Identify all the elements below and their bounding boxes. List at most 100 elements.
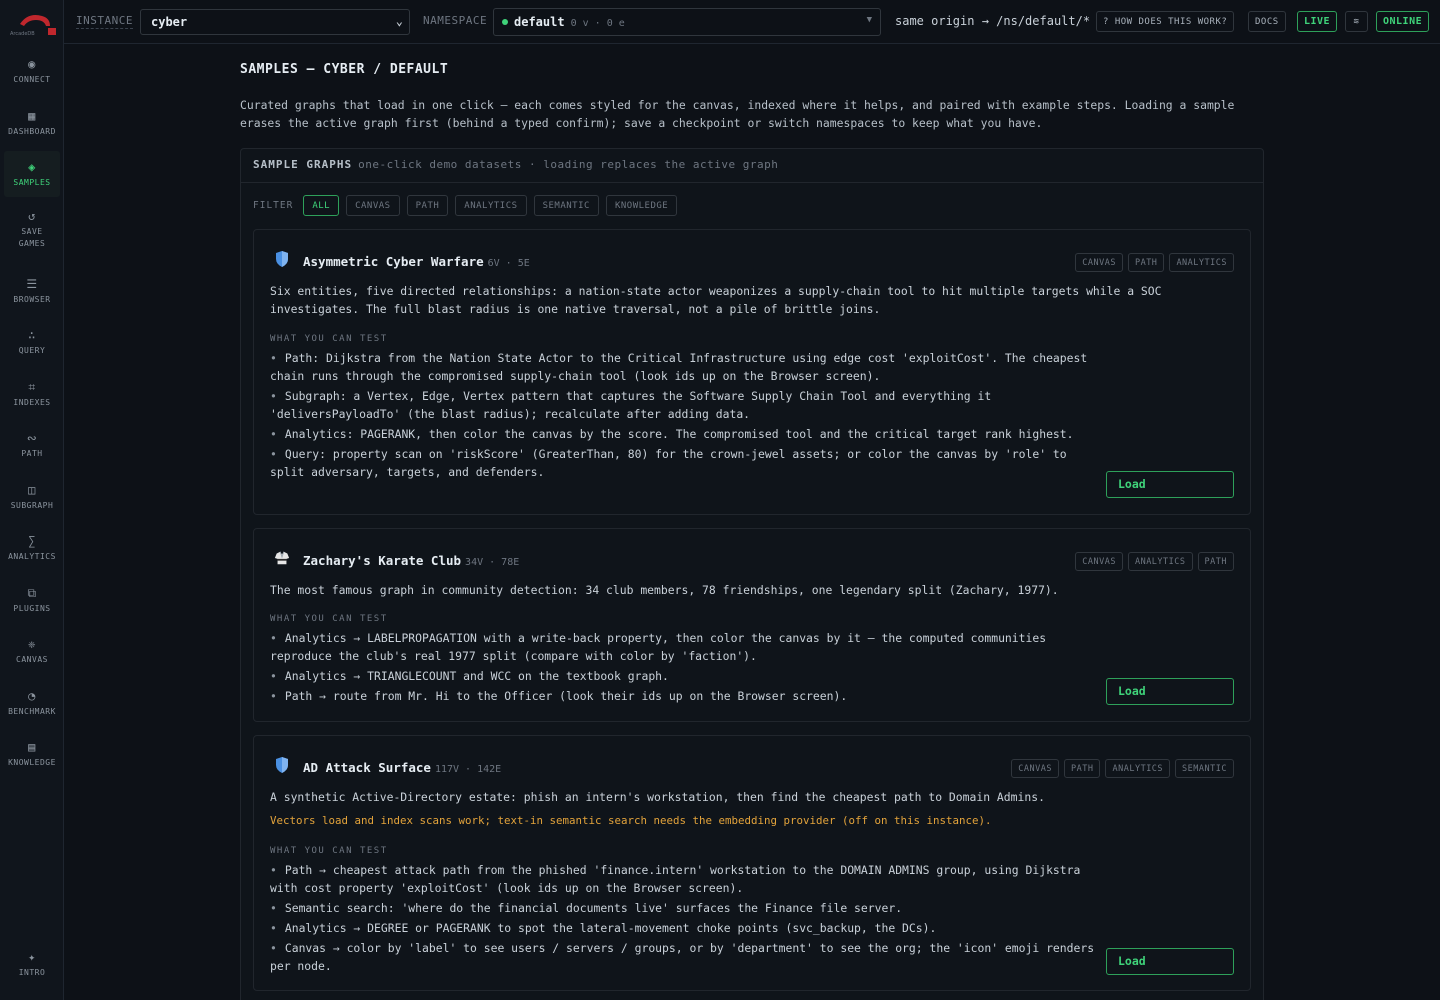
connect-icon: ◉ [28,56,36,71]
tag: ANALYTICS [1105,759,1171,778]
theme-icon: ≋ [1353,16,1360,27]
knowledge-icon: ▤ [28,739,36,754]
sidebar-item-label: SUBGRAPH [10,500,54,510]
tag: PATH [1127,253,1165,272]
chevron-down-icon: ⌄ [395,14,403,28]
sidebar-item-label: CANVAS [16,654,48,664]
list-item: Analytics: PAGERANK, then color the canv… [270,425,1100,443]
origin-text: same origin → /ns/default/* [895,14,1091,28]
sidebar-item-label: KNOWLEDGE [8,757,56,767]
test-list: Analytics → LABELPROPAGATION with a writ… [270,629,1100,707]
sidebar-item-analytics[interactable]: ∑ ANALYTICS [4,525,60,571]
sample-card: AD Attack Surface 117V · 142E CANVAS PATH… [253,735,1251,991]
panel-title: SAMPLE GRAPHS [253,158,353,171]
sidebar-item-subgraph[interactable]: ◫ SUBGRAPH [4,474,60,520]
card-tags: CANVAS PATH ANALYTICS SEMANTIC [1006,759,1234,778]
sidebar-item-label: INTRO [18,967,46,977]
sample-card: Zachary's Karate Club 34V · 78E CANVAS AN… [253,528,1251,722]
tag: PATH [1197,552,1234,571]
status-dot-icon [502,19,508,25]
card-description: The most famous graph in community detec… [270,583,1059,597]
tag: ANALYTICS [1127,552,1193,571]
filter-bar: FILTER ALL CANVAS PATH ANALYTICS SEMANTI… [253,195,684,216]
list-item: Semantic search: 'where do the financial… [270,899,1100,917]
dashboard-icon: ▦ [28,108,36,123]
filter-chip-all[interactable]: ALL [303,195,340,216]
browser-icon: ☰ [26,276,38,291]
warning-text: Vectors load and index scans work; text-… [270,814,992,827]
tag: CANVAS [1075,552,1123,571]
sidebar-item-path[interactable]: ∾ PATH [4,422,60,468]
sidebar-item-label: BENCHMARK [8,706,56,716]
card-meta: 34V · 78E [465,557,520,568]
list-item: Analytics → LABELPROPAGATION with a writ… [270,629,1100,665]
filter-label: FILTER [253,200,294,211]
sidebar-item-connect[interactable]: ◉ CONNECT [4,48,60,94]
sidebar-item-samples[interactable]: ◈ SAMPLES [4,151,60,197]
plugins-icon: ⧉ [27,585,37,600]
sidebar-item-label: ANALYTICS [8,551,56,561]
tag: SEMANTIC [1175,759,1234,778]
sidebar-item-save-games[interactable]: ↺ SAVE GAMES [4,203,60,255]
instance-select[interactable]: cyber ⌄ [140,9,410,35]
canvas-icon: ❈ [28,636,36,651]
sidebar-item-label: CONNECT [13,74,51,84]
list-item: Subgraph: a Vertex, Edge, Vertex pattern… [270,387,1100,423]
app-logo[interactable]: ArcadeDB [6,8,58,38]
sidebar: ArcadeDB ◉ CONNECT ▦ DASHBOARD ◈ SAMPLES… [0,0,64,1000]
svg-text:ArcadeDB: ArcadeDB [10,31,35,37]
sidebar-item-intro[interactable]: ✦ INTRO [4,941,60,987]
sample-graphs-panel: SAMPLE GRAPHS one-click demo datasets · l… [240,148,1264,1000]
sidebar-item-plugins[interactable]: ⧉ PLUGINS [4,577,60,623]
sidebar-item-label: QUERY [18,345,46,355]
tag: ANALYTICS [1169,253,1234,272]
filter-chip-analytics[interactable]: ANALYTICS [455,195,527,216]
load-button[interactable]: Load [1106,948,1234,975]
filter-chip-path[interactable]: PATH [406,195,449,216]
filter-chip-knowledge[interactable]: KNOWLEDGE [605,195,678,216]
topbar: INSTANCE cyber ⌄ NAMESPACE default 0 v · … [64,0,1440,44]
subgraph-icon: ◫ [28,482,36,497]
load-button[interactable]: Load [1106,678,1234,705]
tag: PATH [1064,759,1101,778]
sidebar-item-label: SAVE GAMES [18,226,46,248]
sidebar-item-canvas[interactable]: ❈ CANVAS [4,628,60,674]
help-button[interactable]: ? HOW DOES THIS WORK? [1096,11,1235,32]
test-list: Path: Dijkstra from the Nation State Act… [270,349,1100,483]
sidebar-item-indexes[interactable]: ⌗ INDEXES [4,371,60,417]
card-description: A synthetic Active-Directory estate: phi… [270,790,1045,804]
docs-button[interactable]: DOCS [1248,11,1286,32]
card-tags: CANVAS ANALYTICS PATH [1070,552,1234,571]
tag: CANVAS [1011,759,1059,778]
save-games-icon: ↺ [28,208,36,223]
sidebar-item-browser[interactable]: ☰ BROWSER [4,268,60,314]
test-list: Path → cheapest attack path from the phi… [270,861,1100,977]
sidebar-item-dashboard[interactable]: ▦ DASHBOARD [4,100,60,146]
filter-chip-semantic[interactable]: SEMANTIC [533,195,599,216]
sample-card: Asymmetric Cyber Warfare 6V · 5E CANVAS P… [253,229,1251,515]
card-meta: 117V · 142E [434,764,502,775]
benchmark-icon: ◔ [28,688,36,703]
list-item: Canvas → color by 'label' to see users /… [270,939,1100,975]
shield-icon [276,251,288,267]
sidebar-item-knowledge[interactable]: ▤ KNOWLEDGE [4,731,60,777]
instance-label: INSTANCE [76,14,133,29]
sidebar-item-label: INDEXES [13,397,51,407]
live-button[interactable]: LIVE [1297,11,1338,32]
what-you-can-test-label: WHAT YOU CAN TEST [270,334,388,344]
filter-chip-canvas[interactable]: CANVAS [346,195,400,216]
load-button[interactable]: Load [1106,471,1234,498]
sidebar-item-label: DASHBOARD [8,126,56,136]
path-icon: ∾ [26,430,38,445]
page-intro: Curated graphs that load in one click — … [240,98,1235,130]
sidebar-item-benchmark[interactable]: ◔ BENCHMARK [4,680,60,726]
sidebar-item-label: BROWSER [13,294,51,304]
list-item: Analytics → DEGREE or PAGERANK to spot t… [270,919,1100,937]
theme-toggle-button[interactable]: ≋ [1345,11,1368,32]
karate-uniform-icon [274,551,290,565]
page-title: SAMPLES — CYBER / DEFAULT [240,62,449,77]
namespace-select[interactable]: default 0 v · 0 e ▼ [493,8,881,36]
sidebar-item-query[interactable]: ∴ QUERY [4,319,60,365]
samples-icon: ◈ [28,159,36,174]
namespace-value: default [514,15,565,29]
